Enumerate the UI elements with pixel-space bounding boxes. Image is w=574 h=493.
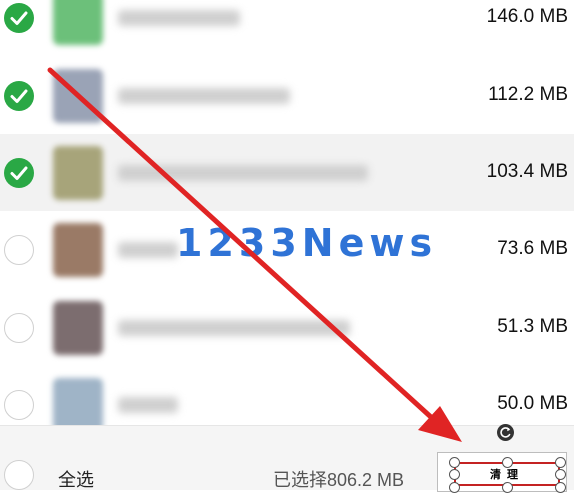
annotation-arrow (47, 67, 462, 442)
